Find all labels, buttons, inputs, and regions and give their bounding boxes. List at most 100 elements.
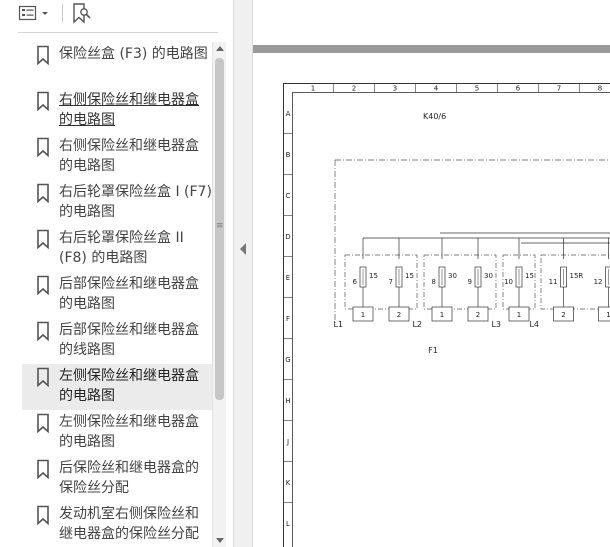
bookmark-item[interactable]: 后部保险丝和继电器盒的电路图 <box>22 272 212 318</box>
fuse-number: 10 <box>504 278 513 286</box>
pin-number: 2 <box>397 311 401 319</box>
bookmark-icon <box>37 91 49 111</box>
scroll-thumb[interactable]: ≡ <box>215 58 224 400</box>
document-view: 12345678ABCDEFGHJKL K40/6 6 15 1 7 15 2 L1 8 30 1 9… <box>253 0 610 547</box>
bookmarks-panel: 保险丝盒 (F3) 的电路图右侧保险丝和继电器盒的电路图 右侧保险丝和继电器盒的电… <box>0 0 233 547</box>
pin-number: 1 <box>517 311 521 319</box>
bookmark-item[interactable]: 发动机室右侧保险丝和继电器盒的保险丝分配 <box>22 502 212 547</box>
bookmark-list: 保险丝盒 (F3) 的电路图右侧保险丝和继电器盒的电路图 右侧保险丝和继电器盒的电… <box>22 42 212 547</box>
fuse-rating: 15R <box>570 272 584 280</box>
bookmark-item[interactable]: 右侧保险丝和继电器盒的电路图 <box>22 134 212 180</box>
bookmark-icon <box>37 321 49 341</box>
row-letter: E <box>286 274 290 282</box>
toolbar-separator <box>62 4 63 22</box>
fuse-number: 6 <box>353 278 358 286</box>
bookmark-item[interactable]: 左侧保险丝和继电器盒的电路图 <box>22 364 212 410</box>
pin-number: 1 <box>440 311 444 319</box>
row-letter: F <box>286 315 290 323</box>
bookmark-item[interactable]: 后部保险丝和继电器盒的线路图 <box>22 318 212 364</box>
connector-label: L1 <box>333 320 343 329</box>
bookmark-item[interactable]: 保险丝盒 (F3) 的电路图 <box>22 42 212 88</box>
pin-number: 1 <box>361 311 365 319</box>
row-letter: A <box>286 110 291 118</box>
fuse-number: 11 <box>549 278 558 286</box>
collapse-panel-arrow-icon[interactable] <box>240 243 246 255</box>
find-bookmark-button[interactable] <box>70 2 94 24</box>
connector-label: L2 <box>412 320 422 329</box>
bookmark-label: 后部保险丝和继电器盒的电路图 <box>59 276 199 312</box>
list-options-icon <box>18 5 37 21</box>
bookmark-icon <box>37 505 49 525</box>
page-top-band <box>253 45 610 53</box>
bookmark-icon <box>37 137 49 157</box>
column-number: 5 <box>475 85 479 93</box>
pin-number: 2 <box>561 311 565 319</box>
column-number: 4 <box>434 85 439 93</box>
fuse-circuit: K40/6 6 15 1 7 15 2 L1 8 30 1 9 30 2 L2 10 15 1 L3 11 15R 2 12… <box>333 112 610 355</box>
row-letter: G <box>285 356 290 364</box>
bookmark-label: 左侧保险丝和继电器盒的电路图 <box>59 414 199 450</box>
fuse-number: 8 <box>432 278 436 286</box>
bookmark-label: 右后轮罩保险丝盒 I (F7) 的电路图 <box>59 184 212 220</box>
pin-number: 1 <box>606 311 610 319</box>
fuse-number: 7 <box>389 278 393 286</box>
row-letter: C <box>286 192 291 200</box>
bookmark-label: 右侧保险丝和继电器盒的电路图 <box>59 92 199 128</box>
toolbar-divider <box>18 32 218 33</box>
column-number: 3 <box>393 85 397 93</box>
bookmark-icon <box>37 45 49 65</box>
bookmark-label: 左侧保险丝和继电器盒的电路图 <box>59 368 199 404</box>
row-letter: B <box>286 151 291 159</box>
bookmark-label: 后保险丝和继电器盒的保险丝分配 <box>59 460 199 496</box>
row-letter: D <box>285 233 290 241</box>
fuse-rating: 30 <box>448 272 457 280</box>
bookmark-label: 保险丝盒 (F3) 的电路图 <box>59 46 208 62</box>
column-number: 8 <box>598 85 602 93</box>
bookmark-label: 右后轮罩保险丝盒 II (F8) 的电路图 <box>59 230 184 266</box>
fuse-rating: 30 <box>484 272 493 280</box>
column-number: 6 <box>516 85 521 93</box>
fuse-rating: 15 <box>369 272 378 280</box>
fuse-rating: 15 <box>525 272 534 280</box>
module-label: F1 <box>428 346 438 355</box>
bookmark-label: 右侧保险丝和继电器盒的电路图 <box>59 138 199 174</box>
bookmarks-toolbar <box>0 0 233 30</box>
bookmark-icon <box>37 275 49 295</box>
fuse-number: 9 <box>468 278 472 286</box>
panel-splitter[interactable] <box>233 0 253 547</box>
fuse-rating: 15 <box>405 272 414 280</box>
pin-number: 2 <box>476 311 480 319</box>
bookmark-item[interactable]: 左侧保险丝和继电器盒的电路图 <box>22 410 212 456</box>
bookmark-item[interactable]: 右后轮罩保险丝盒 II (F8) 的电路图 <box>22 226 212 272</box>
bookmark-label: 发动机室右侧保险丝和继电器盒的保险丝分配 <box>59 506 199 542</box>
bookmark-icon <box>37 229 49 249</box>
bookmark-icon <box>37 459 49 479</box>
fuse-number: 12 <box>594 278 603 286</box>
options-menu-button[interactable] <box>18 2 50 24</box>
scroll-up-arrow-icon[interactable] <box>216 46 224 51</box>
fuse-symbol <box>605 266 610 288</box>
column-number: 2 <box>352 85 356 93</box>
connector-label: L4 <box>529 320 539 329</box>
circuit-diagram-page: 1 2 3 4 5 6 7 8ABCDEFGHJKL K40/661517152L183019… <box>283 83 610 547</box>
row-letter: K <box>286 479 291 487</box>
bookmark-label: 后部保险丝和继电器盒的线路图 <box>59 322 199 358</box>
bookmark-icon <box>37 367 49 387</box>
column-number: 1 <box>311 85 315 93</box>
column-number: 7 <box>557 85 561 93</box>
row-letter: H <box>285 397 290 405</box>
scroll-down-arrow-icon[interactable] <box>216 538 224 543</box>
diagram-title: K40/6 <box>423 112 446 121</box>
bookmark-icon <box>37 183 49 203</box>
bookmark-icon <box>37 413 49 433</box>
module-boundary <box>334 159 610 323</box>
bookmark-item[interactable]: 右后轮罩保险丝盒 I (F7) 的电路图 <box>22 180 212 226</box>
bookmark-item[interactable]: 右侧保险丝和继电器盒的电路图 <box>22 88 212 134</box>
bookmark-scrollbar[interactable]: ≡ <box>212 42 226 547</box>
row-letter: L <box>286 520 290 528</box>
chevron-down-icon <box>42 12 48 15</box>
connector-label: L3 <box>491 320 501 329</box>
row-letter: J <box>286 438 289 446</box>
grip-icon: ≡ <box>216 221 224 231</box>
bookmark-item[interactable]: 后保险丝和继电器盒的保险丝分配 <box>22 456 212 502</box>
